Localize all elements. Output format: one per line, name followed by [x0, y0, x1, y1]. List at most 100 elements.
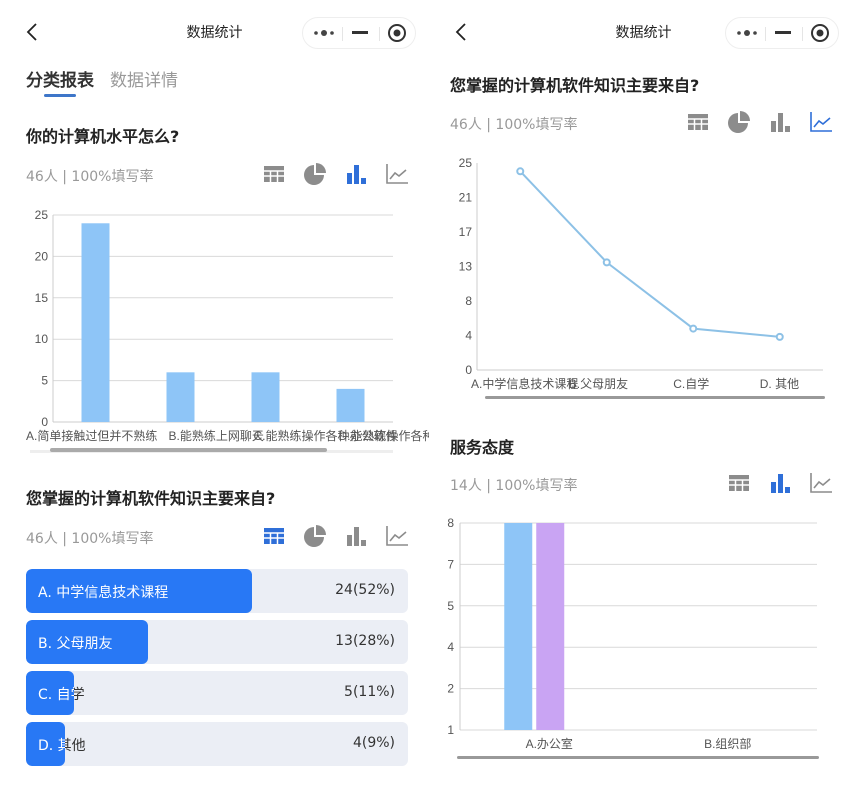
- option-label-highlight: C. 自学: [38, 687, 74, 703]
- bar-chart-icon: [347, 527, 366, 546]
- table-view-button[interactable]: [686, 110, 710, 134]
- option-label-highlight: A. 中学信息技术课程: [38, 585, 169, 601]
- y-tick-label: 13: [459, 260, 473, 274]
- miniapp-capsule: [725, 17, 839, 49]
- miniapp-capsule: [302, 17, 416, 49]
- close-miniapp-button[interactable]: [378, 18, 416, 48]
- line-view-button[interactable]: [809, 110, 833, 134]
- line-chart-icon: [810, 112, 832, 132]
- option-fill-clip: B. 父母朋友: [26, 620, 148, 664]
- data-point: [689, 324, 698, 333]
- line-view-button[interactable]: [385, 162, 409, 186]
- more-button[interactable]: [728, 18, 766, 48]
- pie-chart-icon: [304, 163, 326, 185]
- option-row[interactable]: D. 其他 D. 其他 4(9%): [26, 722, 408, 766]
- y-tick-label: 8: [465, 294, 472, 308]
- target-close-icon: [388, 24, 406, 42]
- option-count: 24(52%): [335, 582, 395, 598]
- y-tick-label: 10: [35, 332, 49, 346]
- y-tick-label: 2: [447, 682, 454, 696]
- y-tick-label: 15: [35, 291, 49, 305]
- x-tick-label: D.能熟练操作各种管理系统: [339, 428, 430, 443]
- pie-chart-icon: [304, 525, 326, 547]
- x-tick-label: B.组织部: [704, 736, 751, 751]
- tab-category-report[interactable]: 分类报表: [26, 66, 94, 91]
- bar-view-button[interactable]: [344, 162, 368, 186]
- y-tick-label: 25: [35, 208, 49, 222]
- line-view-button[interactable]: [385, 524, 409, 548]
- bar: [81, 223, 110, 422]
- option-row[interactable]: A. 中学信息技术课程 A. 中学信息技术课程 24(52%): [26, 569, 408, 613]
- y-tick-label: 21: [459, 191, 473, 205]
- line-view-button[interactable]: [809, 471, 833, 495]
- y-tick-label: 20: [35, 249, 49, 263]
- navbar: 数据统计: [429, 10, 858, 54]
- close-miniapp-button[interactable]: [801, 18, 839, 48]
- table-icon: [264, 528, 284, 544]
- y-tick-label: 17: [459, 225, 473, 239]
- data-point: [516, 167, 525, 176]
- y-tick-label: 1: [447, 723, 454, 737]
- scrollbar-thumb: [457, 756, 819, 759]
- bar-chart-svg: 0510152025A.简单接触过但并不熟练 B.能熟练上网聊天C.能熟练操作各种…: [26, 208, 430, 453]
- view-switcher: [262, 524, 412, 550]
- option-count: 5(11%): [344, 684, 395, 700]
- option-row[interactable]: C. 自学 C. 自学 5(11%): [26, 671, 408, 715]
- table-icon: [264, 166, 284, 182]
- pie-chart-icon: [728, 111, 750, 133]
- bar-chart-icon: [771, 113, 790, 132]
- service-attitude-bar-chart: 1 2 4 5 7 8 A.办公室 B.组织部: [429, 505, 858, 775]
- bar: [336, 388, 365, 422]
- minimize-icon: [352, 31, 368, 34]
- option-row[interactable]: B. 父母朋友 B. 父母朋友 13(28%): [26, 620, 408, 664]
- response-meta: 46人 | 100%填写率: [450, 117, 578, 133]
- view-switcher: [262, 162, 412, 188]
- bar-view-button[interactable]: [768, 471, 792, 495]
- response-meta: 14人 | 100%填写率: [450, 478, 578, 494]
- line-chart-icon: [386, 164, 408, 184]
- option-label-highlight: D. 其他: [38, 738, 65, 754]
- target-close-icon: [811, 24, 829, 42]
- series-line: [519, 170, 780, 338]
- x-tick-label: A.中学信息技术课程: [471, 376, 578, 391]
- bar-view-button[interactable]: [768, 110, 792, 134]
- question-title: 服务态度: [450, 438, 515, 457]
- line-chart-svg: 0 4 8 13 17 21 25 A.中学信息技术课程B.父母朋友 C.自学 D. 其他: [459, 156, 825, 399]
- minimize-button[interactable]: [764, 18, 802, 48]
- line-chart-icon: [810, 473, 832, 493]
- x-tick-label: B.父母朋友: [569, 377, 628, 391]
- option-label-highlight: B. 父母朋友: [38, 636, 113, 652]
- pie-view-button[interactable]: [303, 524, 327, 548]
- bar-chart-icon: [347, 165, 366, 184]
- bar: [536, 523, 565, 730]
- table-icon: [729, 475, 749, 491]
- y-tick-label: 8: [447, 516, 454, 530]
- option-fill-clip: D. 其他: [26, 722, 65, 766]
- y-tick-label: 5: [41, 374, 48, 388]
- bar-view-button[interactable]: [344, 524, 368, 548]
- table-view-button[interactable]: [262, 524, 286, 548]
- pie-view-button[interactable]: [727, 110, 751, 134]
- table-view-button[interactable]: [727, 471, 751, 495]
- bar: [504, 523, 533, 730]
- x-tick-label: A.简单接触过但并不熟练: [26, 428, 157, 443]
- view-switcher: [686, 110, 836, 136]
- grouped-bar-chart-svg: 1 2 4 5 7 8 A.办公室 B.组织部: [447, 516, 819, 759]
- table-view-button[interactable]: [262, 162, 286, 186]
- more-button[interactable]: [305, 18, 343, 48]
- pie-view-button[interactable]: [303, 162, 327, 186]
- y-tick-label: 4: [447, 640, 454, 654]
- active-tab-indicator: [44, 94, 76, 97]
- y-tick-label: 4: [465, 329, 472, 343]
- more-dots-icon: [314, 30, 334, 36]
- navbar: 数据统计: [0, 10, 429, 54]
- tab-data-details[interactable]: 数据详情: [110, 66, 178, 91]
- minimize-button[interactable]: [341, 18, 379, 48]
- x-tick-label: A.办公室: [526, 736, 573, 751]
- data-point: [602, 258, 611, 267]
- scrollbar-thumb: [485, 396, 825, 399]
- bar-chart-icon: [771, 474, 790, 493]
- y-tick-label: 7: [447, 557, 454, 571]
- x-tick-label: C.自学: [673, 376, 709, 391]
- response-meta: 46人 | 100%填写率: [26, 169, 154, 185]
